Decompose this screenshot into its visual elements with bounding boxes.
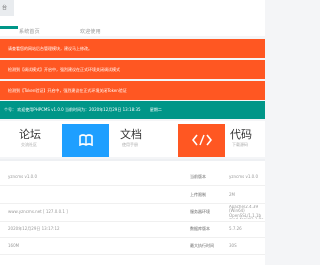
- alert-security-warning: 请查看您的网站后台管理模块，建议马上修改。: [0, 39, 265, 58]
- info-value: 160M: [8, 243, 20, 248]
- shortcut-panel: 论坛 交流社区 文档 使用手册 代码 下载源码: [0, 121, 265, 157]
- info-key: 当前版本: [190, 174, 206, 179]
- alert-text: 检测到【Token验证】开启中，强烈建议在正式环境关闭Token验证: [8, 88, 127, 93]
- row-divider: [0, 254, 265, 255]
- tab-marker-label: 台: [2, 5, 8, 11]
- welcome-notice-bar: 个号： 欢迎使用PHPCMS v1.0.0 当前时间为：2020年12月29日 …: [0, 101, 265, 119]
- row-divider: [0, 185, 265, 186]
- info-value: 5.7.26: [229, 226, 242, 231]
- info-key: 上传限制: [190, 192, 206, 197]
- shortcut-title: 文档: [120, 128, 142, 141]
- notice-weekday: 星期二: [149, 107, 162, 112]
- info-key: 最大执行时间: [190, 243, 214, 248]
- shortcut-book-tile[interactable]: [62, 124, 109, 157]
- code-icon: [192, 134, 212, 146]
- row-divider: [0, 237, 265, 238]
- tab-welcome[interactable]: 欢迎使用: [80, 28, 101, 35]
- tab-marker[interactable]: 台: [0, 0, 14, 16]
- info-value: Apache/2.4.39 (Win64) OpenSSL/1.1.1b mod…: [229, 205, 264, 219]
- shortcut-code-tile[interactable]: [178, 124, 225, 157]
- shortcut-title: 代码: [230, 128, 252, 141]
- info-value: www.yzncms.net [ 127.0.0.1 ]: [8, 209, 68, 214]
- shortcut-title: 论坛: [19, 128, 41, 141]
- active-tab-indicator: [0, 26, 18, 29]
- info-key: 数据库版本: [190, 226, 210, 231]
- system-info-panel: yzncms v1.0.0 当前版本 yzncms v1.0.0 上传限制 2M…: [0, 161, 265, 265]
- alert-text: 请查看您的网站后台管理模块，建议马上修改。: [8, 46, 92, 51]
- notice-prefix: 个号：: [4, 107, 16, 112]
- alert-text: 检测到【调试模式】开启中，强烈建议在正式环境关闭调试模式: [8, 67, 120, 72]
- alert-token-validation: 检测到【Token验证】开启中，强烈建议在正式环境关闭Token验证: [0, 81, 265, 100]
- info-value: 2M: [229, 192, 235, 197]
- info-value: 2020年12月29日 13:17:12: [8, 226, 60, 231]
- row-divider: [0, 221, 265, 222]
- info-value: yzncms v1.0.0: [229, 174, 258, 179]
- info-value: 30S: [229, 243, 237, 248]
- shortcut-subtitle: 交流社区: [21, 142, 37, 147]
- alert-debug-mode: 检测到【调试模式】开启中，强烈建议在正式环境关闭调试模式: [0, 60, 265, 79]
- tab-system-home[interactable]: 系统首页: [19, 28, 40, 35]
- notice-text: 欢迎使用PHPCMS v1.0.0 当前时间为：2020年12月29日 13:1…: [17, 107, 141, 112]
- shortcut-subtitle: 使用手册: [122, 142, 138, 147]
- book-icon: [79, 134, 93, 146]
- shortcut-subtitle: 下载源码: [232, 142, 248, 147]
- top-tab-bar: 台 系统首页 欢迎使用: [0, 0, 265, 36]
- info-key: 服务器环境: [190, 209, 210, 214]
- info-value: yzncms v1.0.0: [8, 174, 37, 179]
- row-divider: [0, 203, 265, 204]
